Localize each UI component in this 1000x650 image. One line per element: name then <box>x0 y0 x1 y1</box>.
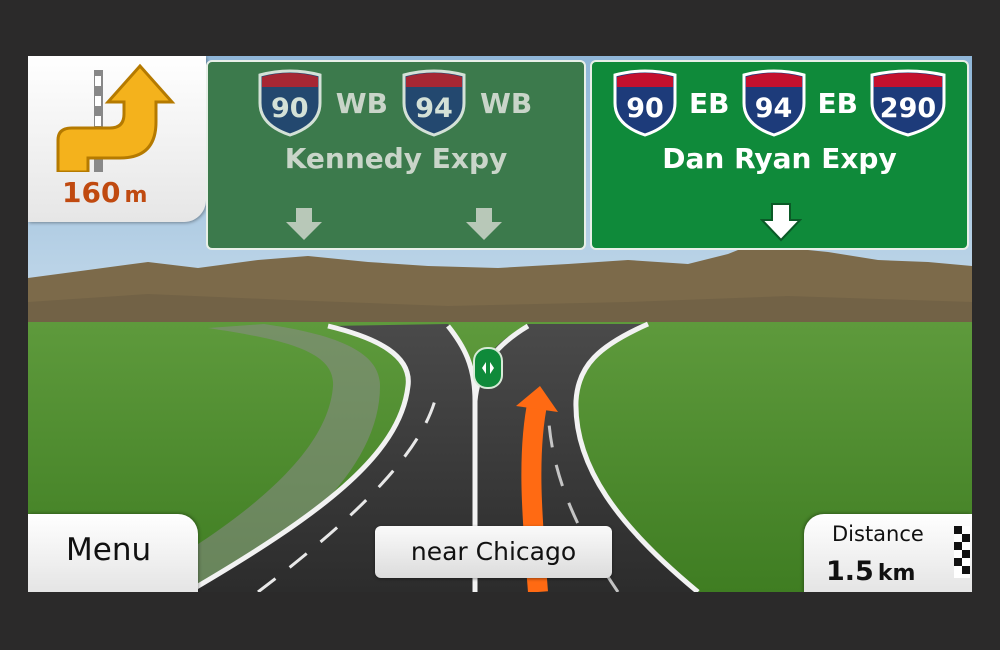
direction-label: WB <box>480 86 533 120</box>
current-street-label: near Chicago <box>410 537 577 566</box>
direction-label: EB <box>689 86 730 120</box>
menu-button[interactable]: Menu <box>28 514 198 592</box>
turn-distance-unit: m <box>124 183 148 208</box>
down-arrow-icon <box>760 203 802 242</box>
checkered-flag-icon <box>954 526 970 578</box>
next-turn-panel[interactable]: 160 m <box>28 56 206 222</box>
interstate-94-shield: 94 <box>400 69 468 137</box>
shield-number: 90 <box>270 93 309 124</box>
distance-panel[interactable]: Distance 1.5 km <box>804 514 972 592</box>
road-name: Dan Ryan Expy <box>662 142 897 175</box>
down-arrow-icon <box>286 208 322 240</box>
keep-right-arrow-icon <box>56 63 176 172</box>
turn-distance-value: 160 <box>62 176 121 209</box>
down-arrow-icon <box>466 208 502 240</box>
direction-label: WB <box>335 86 388 120</box>
shield-number: 290 <box>879 93 937 124</box>
interstate-290-shield: 290 <box>868 69 948 137</box>
menu-label: Menu <box>66 532 152 568</box>
turn-distance: 160 m <box>62 176 147 209</box>
shield-number: 94 <box>415 93 453 124</box>
current-street-box: near Chicago <box>375 526 612 578</box>
distance-unit: km <box>877 561 916 586</box>
shield-number: 90 <box>626 93 664 124</box>
distance-number: 1.5 <box>826 556 874 587</box>
road-name: Kennedy Expy <box>284 142 508 175</box>
distance-value: 1.5 km <box>826 556 915 587</box>
direction-label: EB <box>817 86 858 120</box>
interstate-90-shield: 90 <box>611 69 679 137</box>
sign-kennedy-expy: 90 WB 94 WB Kennedy Expy <box>206 60 586 250</box>
distance-label: Distance <box>832 522 924 546</box>
interstate-94-shield: 94 <box>740 69 808 137</box>
navigation-screen: 160 m 90 WB 94 WB Kennedy Expy 90 EB 94 … <box>28 56 972 592</box>
interstate-90-shield: 90 <box>256 69 324 137</box>
gore-sign <box>473 347 503 389</box>
sign-dan-ryan-expy: 90 EB 94 EB 290 Dan Ryan Expy <box>590 60 969 250</box>
shield-number: 94 <box>754 93 793 124</box>
